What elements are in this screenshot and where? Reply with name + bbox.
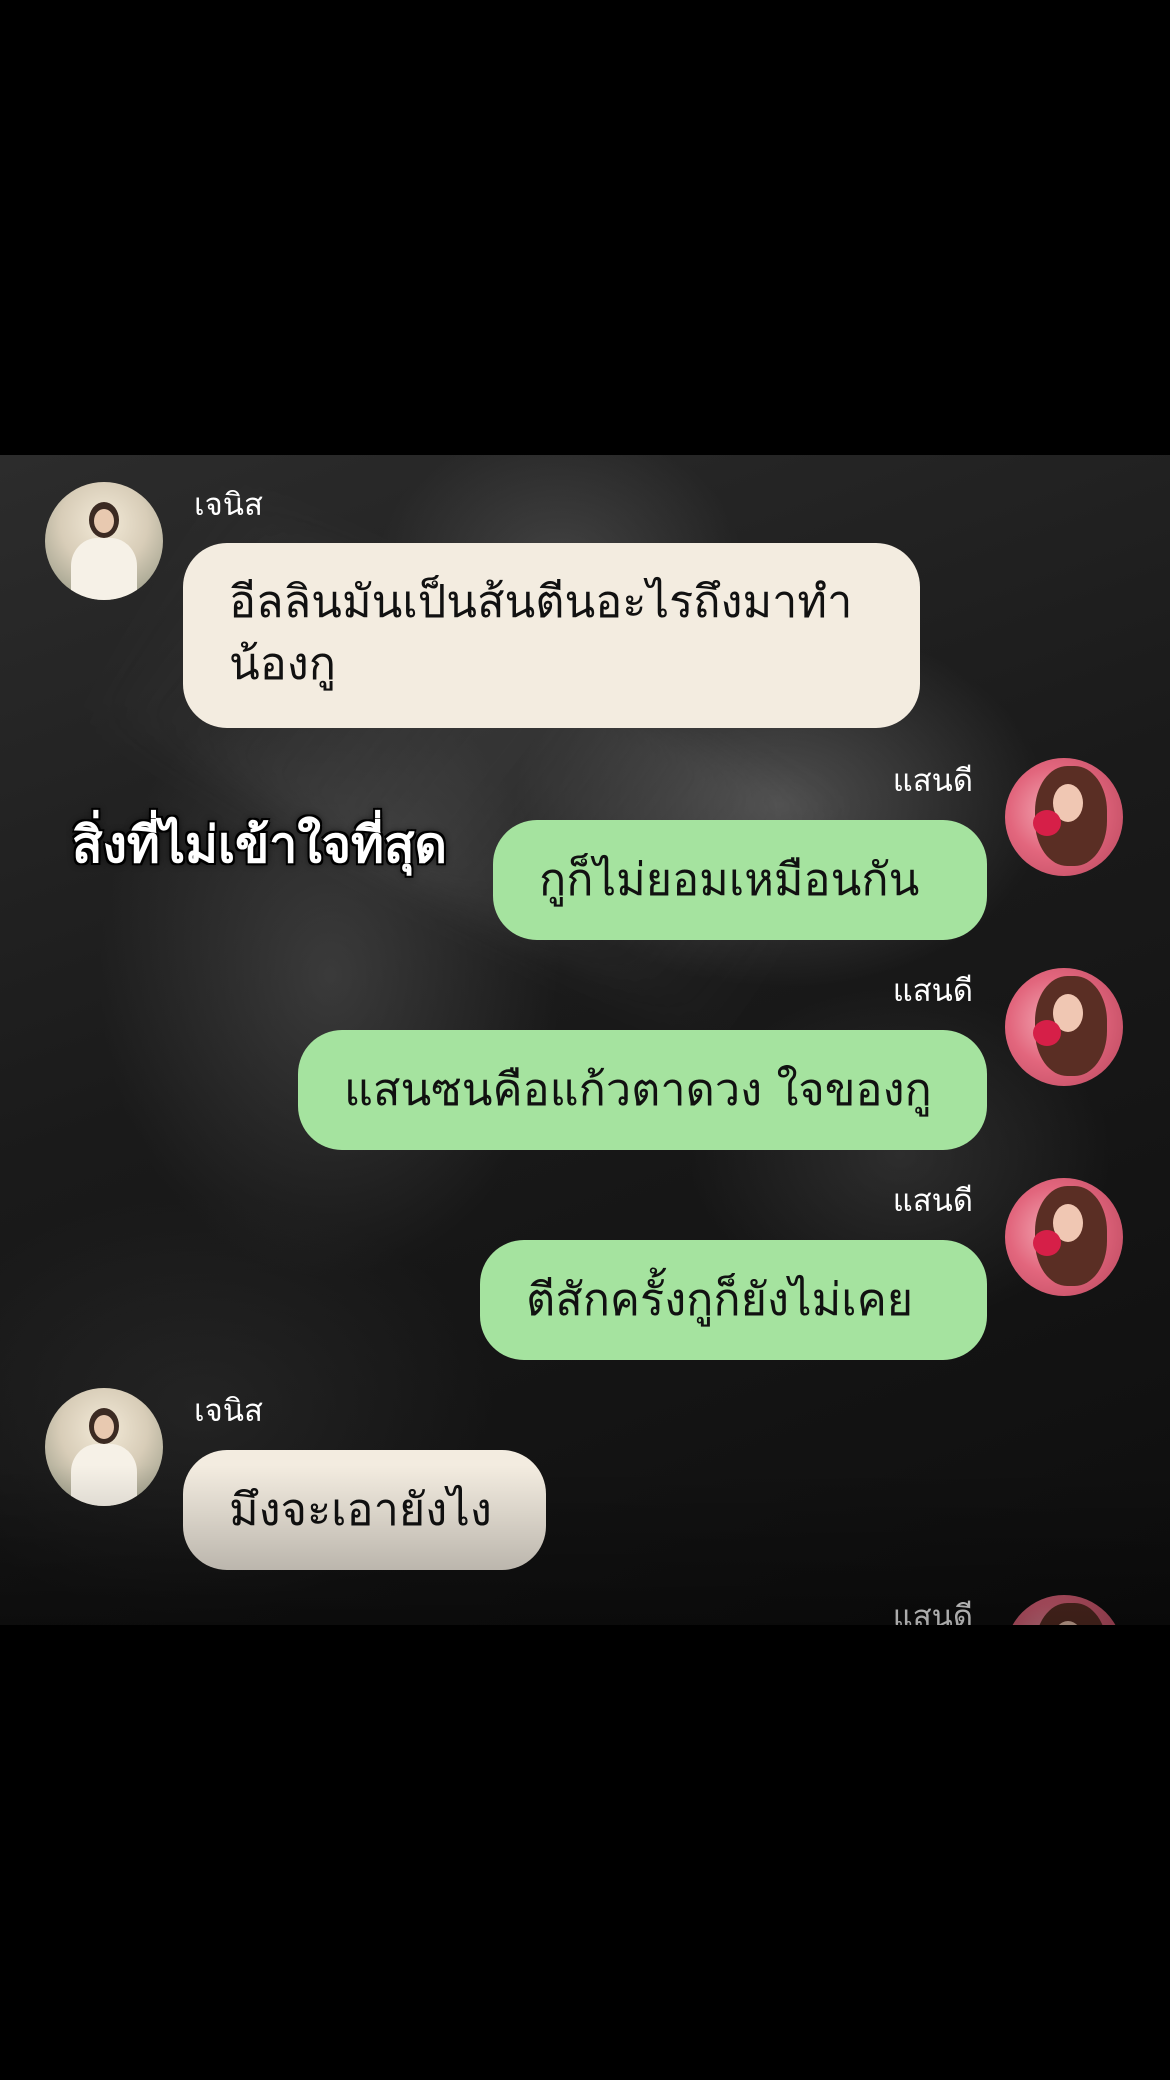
message-text: กูก็ไม่ยอมเหมือนกัน bbox=[539, 853, 920, 906]
avatar-jenis[interactable] bbox=[45, 1388, 163, 1506]
message-text: แสนซนคือแก้วตาดวง ใจของกู bbox=[344, 1063, 932, 1116]
message-bubble[interactable]: แสนซนคือแก้วตาดวง ใจของกู bbox=[298, 1030, 987, 1150]
chat-scene: เจนิส อีลลินมันเป็นส้นตีนอะไรถึงมาทำ น้อ… bbox=[0, 455, 1170, 1625]
avatar-sandee[interactable] bbox=[1005, 758, 1123, 876]
message-bubble[interactable]: อีลลินมันเป็นส้นตีนอะไรถึงมาทำ น้องกู bbox=[183, 543, 920, 728]
video-caption: สิ่งที่ไม่เข้าใจที่สุด bbox=[72, 816, 447, 874]
avatar-sandee[interactable] bbox=[1005, 1178, 1123, 1296]
sender-name: เจนิส bbox=[194, 487, 263, 523]
sender-name: แสนดี bbox=[892, 763, 973, 799]
sender-name: แสนดี bbox=[892, 973, 973, 1009]
sender-name: แสนดี bbox=[892, 1599, 973, 1625]
message-text: อีลลินมันเป็นส้นตีนอะไรถึงมาทำ bbox=[229, 575, 853, 628]
avatar-sandee[interactable] bbox=[1005, 968, 1123, 1086]
message-bubble[interactable]: กูก็ไม่ยอมเหมือนกัน bbox=[493, 820, 987, 940]
sender-name: แสนดี bbox=[892, 1183, 973, 1219]
message-text: มึงจะเอายังไง bbox=[229, 1483, 492, 1536]
message-text: น้องกู bbox=[229, 637, 337, 690]
avatar-sandee[interactable] bbox=[1005, 1595, 1123, 1625]
message-text: ตีสักครั้งกูก็ยังไม่เคย bbox=[526, 1273, 914, 1326]
sender-name: เจนิส bbox=[194, 1393, 263, 1429]
avatar-jenis[interactable] bbox=[45, 482, 163, 600]
message-bubble[interactable]: มึงจะเอายังไง bbox=[183, 1450, 546, 1570]
message-bubble[interactable]: ตีสักครั้งกูก็ยังไม่เคย bbox=[480, 1240, 987, 1360]
